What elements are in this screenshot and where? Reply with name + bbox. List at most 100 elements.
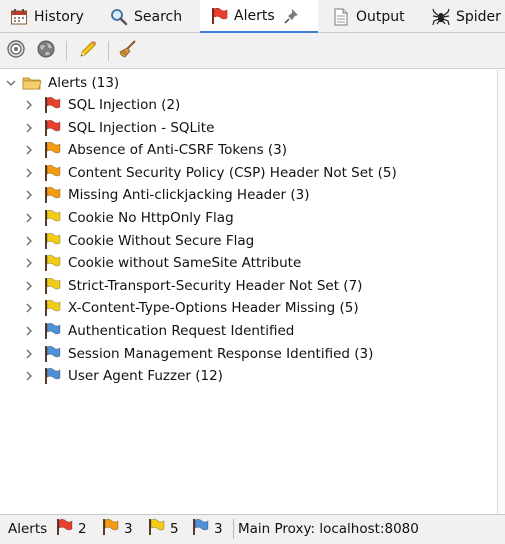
spider-icon (432, 8, 450, 26)
info-count-value: 3 (214, 521, 223, 537)
tree-item[interactable]: SQL Injection (2) (24, 94, 180, 116)
status-low-count: 5 (146, 518, 179, 540)
chevron-right-icon[interactable] (24, 349, 34, 359)
tab-search-label: Search (134, 8, 183, 25)
yellow-flag-icon (42, 254, 62, 272)
tree-item-label: Cookie Without Secure Flag (68, 232, 255, 249)
folder-icon (22, 75, 42, 91)
tree-item-label: X-Content-Type-Options Header Missing (5… (68, 300, 359, 317)
orange-flag-icon (42, 141, 62, 159)
chevron-right-icon[interactable] (24, 258, 34, 268)
chevron-right-icon[interactable] (24, 326, 34, 336)
tree-item-label: Session Management Response Identified (… (68, 345, 374, 362)
pencil-icon (78, 39, 98, 63)
tree-item[interactable]: Cookie No HttpOnly Flag (24, 207, 234, 229)
tree-item-label: Absence of Anti-CSRF Tokens (3) (68, 142, 288, 159)
tab-strip: History Search Alerts Output Spider (0, 0, 505, 33)
toolbar-separator (66, 41, 67, 61)
yellow-flag-icon (42, 299, 62, 317)
orange-flag-icon (42, 164, 62, 182)
chevron-right-icon[interactable] (24, 168, 34, 178)
chevron-right-icon[interactable] (24, 190, 34, 200)
tree-item[interactable]: Absence of Anti-CSRF Tokens (3) (24, 139, 287, 161)
blue-flag-icon (190, 518, 210, 540)
yellow-flag-icon (42, 209, 62, 227)
yellow-flag-icon (42, 232, 62, 250)
tab-output[interactable]: Output (322, 0, 420, 33)
tree-item[interactable]: SQL Injection - SQLite (24, 117, 214, 139)
magnifier-icon (110, 8, 128, 26)
edit-button[interactable] (76, 39, 100, 63)
tree-item-label: Cookie No HttpOnly Flag (68, 210, 234, 226)
chevron-right-icon[interactable] (24, 303, 34, 313)
tree-item[interactable]: User Agent Fuzzer (12) (24, 365, 223, 387)
tree-item-label: Strict-Transport-Security Header Not Set… (68, 277, 363, 294)
red-flag-icon (42, 96, 62, 114)
tree-item[interactable]: Authentication Request Identified (24, 320, 294, 342)
medium-count-value: 3 (124, 521, 133, 537)
tree-root-label: Alerts (13) (48, 75, 120, 91)
toolbar-separator (108, 41, 109, 61)
tree-item[interactable]: Session Management Response Identified (… (24, 343, 373, 365)
tree-root-alerts[interactable]: Alerts (13) (6, 72, 119, 94)
target-button[interactable] (4, 39, 28, 63)
red-flag-icon (42, 119, 62, 137)
yellow-flag-icon (146, 518, 166, 540)
tab-history[interactable]: History (0, 0, 98, 33)
vertical-scrollbar[interactable] (497, 70, 505, 514)
orange-flag-icon (100, 518, 120, 540)
tree-item[interactable]: Content Security Policy (CSP) Header Not… (24, 162, 397, 184)
blue-flag-icon (42, 322, 62, 340)
yellow-flag-icon (42, 277, 62, 295)
pin-icon[interactable] (283, 7, 301, 25)
tree-item[interactable]: Cookie Without Secure Flag (24, 230, 254, 252)
tab-spider-label: Spider (456, 8, 501, 25)
status-bar: Alerts 2 3 5 3 Main Proxy: localhost:808… (0, 514, 505, 544)
tree-item[interactable]: X-Content-Type-Options Header Missing (5… (24, 297, 359, 319)
tab-alerts[interactable]: Alerts (200, 0, 318, 33)
tree-item-label: Content Security Policy (CSP) Header Not… (68, 164, 397, 181)
tree-item-label: User Agent Fuzzer (12) (68, 368, 223, 385)
chevron-right-icon[interactable] (24, 123, 34, 133)
red-flag-icon (210, 7, 228, 25)
tree-item-label: Missing Anti-clickjacking Header (3) (68, 187, 310, 204)
tree-item[interactable]: Cookie without SameSite Attribute (24, 252, 301, 274)
globe-button[interactable] (34, 39, 58, 63)
red-flag-icon (54, 518, 74, 540)
chevron-down-icon[interactable] (6, 78, 16, 88)
chevron-right-icon[interactable] (24, 145, 34, 155)
chevron-right-icon[interactable] (24, 236, 34, 246)
status-info-count: 3 (190, 518, 223, 540)
tab-alerts-label: Alerts (234, 7, 275, 24)
history-calendar-icon (10, 8, 28, 26)
broom-icon (118, 39, 138, 63)
orange-flag-icon (42, 186, 62, 204)
tree-item-label: Cookie without SameSite Attribute (68, 255, 302, 272)
tab-output-label: Output (356, 8, 405, 25)
chevron-right-icon[interactable] (24, 213, 34, 223)
blue-flag-icon (42, 345, 62, 363)
clear-button[interactable] (116, 39, 140, 63)
chevron-right-icon[interactable] (24, 281, 34, 291)
document-icon (332, 8, 350, 26)
tree-item[interactable]: Strict-Transport-Security Header Not Set… (24, 275, 362, 297)
high-count-value: 2 (78, 521, 87, 537)
tree-item-label: SQL Injection (2) (68, 97, 181, 113)
target-icon (6, 39, 26, 63)
chevron-right-icon[interactable] (24, 371, 34, 381)
status-alerts-label: Alerts (8, 521, 48, 537)
status-proxy: Main Proxy: localhost:8080 (238, 521, 419, 537)
status-high-count: 2 (54, 518, 87, 540)
tab-history-label: History (34, 8, 84, 25)
globe-icon (36, 39, 56, 63)
tree-item-label: Authentication Request Identified (68, 323, 295, 339)
tree-item-label: SQL Injection - SQLite (68, 119, 215, 136)
status-separator (233, 519, 234, 539)
tree-item[interactable]: Missing Anti-clickjacking Header (3) (24, 184, 310, 206)
alerts-toolbar (0, 33, 505, 69)
tab-spider[interactable]: Spider (422, 0, 505, 33)
chevron-right-icon[interactable] (24, 100, 34, 110)
blue-flag-icon (42, 367, 62, 385)
tab-search[interactable]: Search (100, 0, 198, 33)
alerts-tree: Alerts (13) SQL Injection (2) SQL Injecti… (0, 70, 497, 514)
